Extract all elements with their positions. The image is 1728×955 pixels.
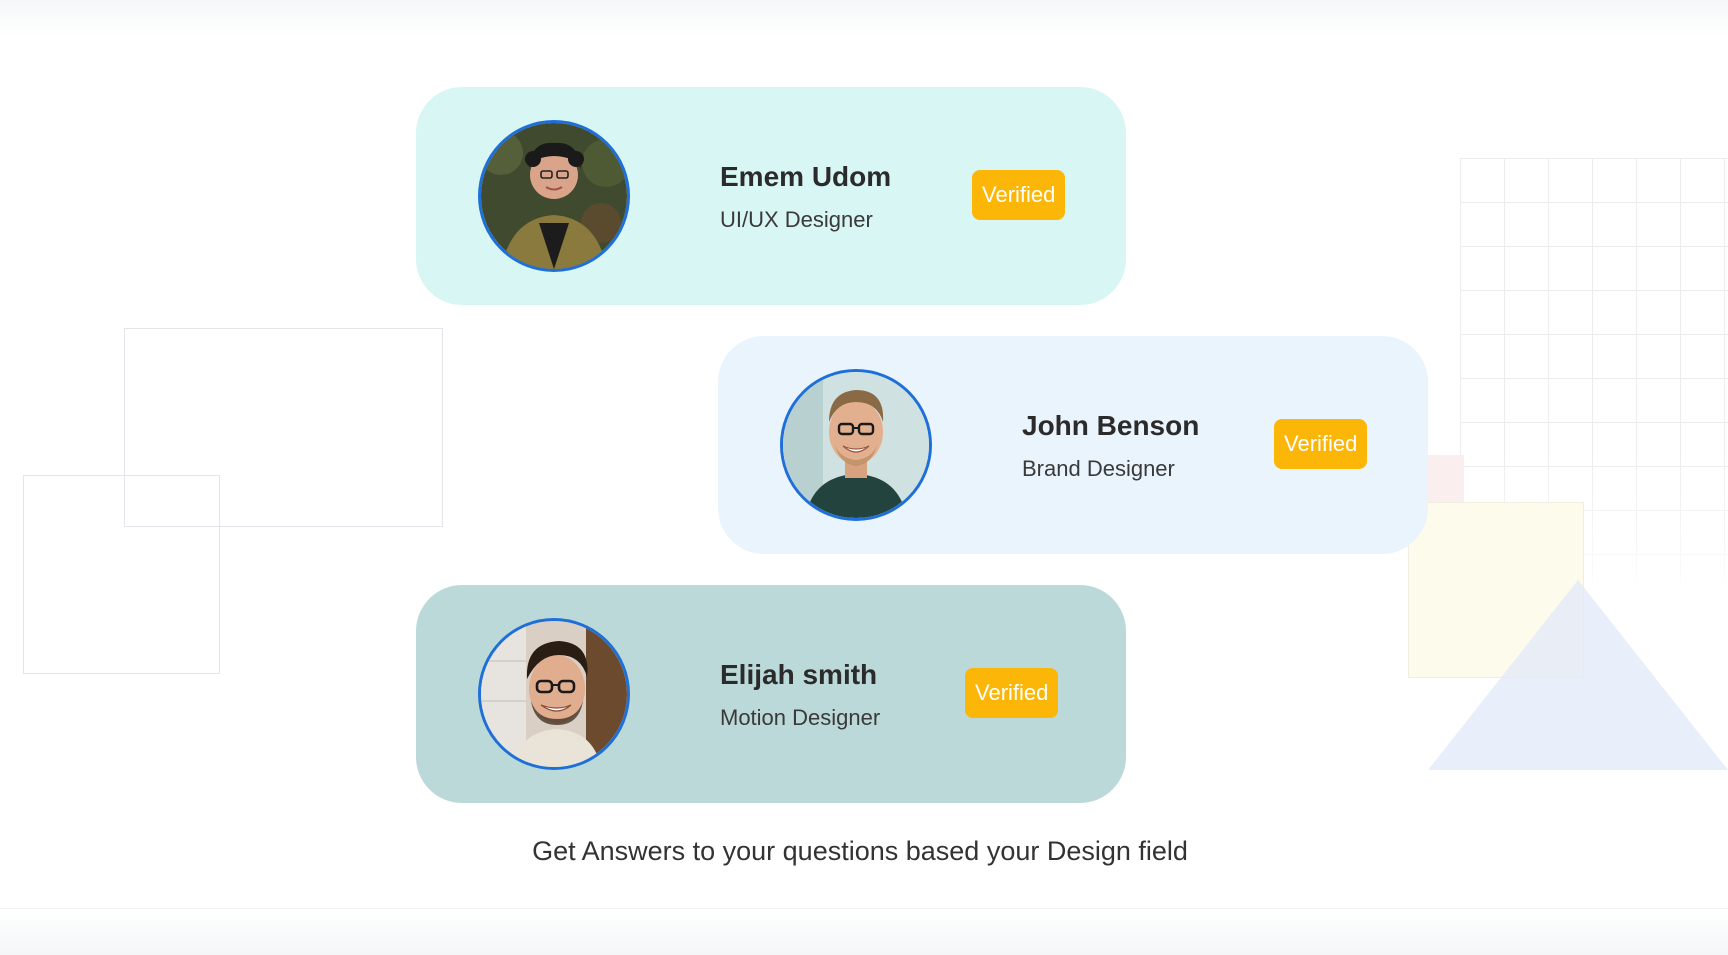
bottom-edge (0, 908, 1728, 955)
profile-card-emem-udom[interactable]: Emem Udom UI/UX Designer Verified (416, 87, 1126, 305)
avatar-emem-udom (478, 120, 630, 272)
avatar-john-benson (780, 369, 932, 521)
profile-name: Emem Udom (720, 161, 892, 192)
profile-name: John Benson (1022, 410, 1200, 441)
tagline: Get Answers to your questions based your… (532, 836, 1188, 866)
profile-role: Brand Designer (1022, 456, 1175, 481)
top-edge (0, 0, 1728, 36)
profile-name: Elijah smith (720, 659, 878, 690)
person-photo-icon (481, 621, 627, 767)
profile-card-john-benson[interactable]: John Benson Brand Designer Verified (718, 336, 1428, 554)
verified-badge[interactable]: Verified (1274, 419, 1368, 469)
verified-badge[interactable]: Verified (965, 668, 1059, 718)
profile-role: Motion Designer (720, 705, 881, 730)
profile-card-elijah-smith[interactable]: Elijah smith Motion Designer Verified (416, 585, 1126, 803)
verified-badge[interactable]: Verified (972, 170, 1066, 220)
decor-triangle (1428, 580, 1728, 770)
profile-role: UI/UX Designer (720, 207, 873, 232)
person-photo-icon (481, 123, 627, 269)
person-photo-icon (783, 372, 929, 518)
avatar-elijah-smith (478, 618, 630, 770)
decor-outline-box-small (23, 475, 220, 674)
